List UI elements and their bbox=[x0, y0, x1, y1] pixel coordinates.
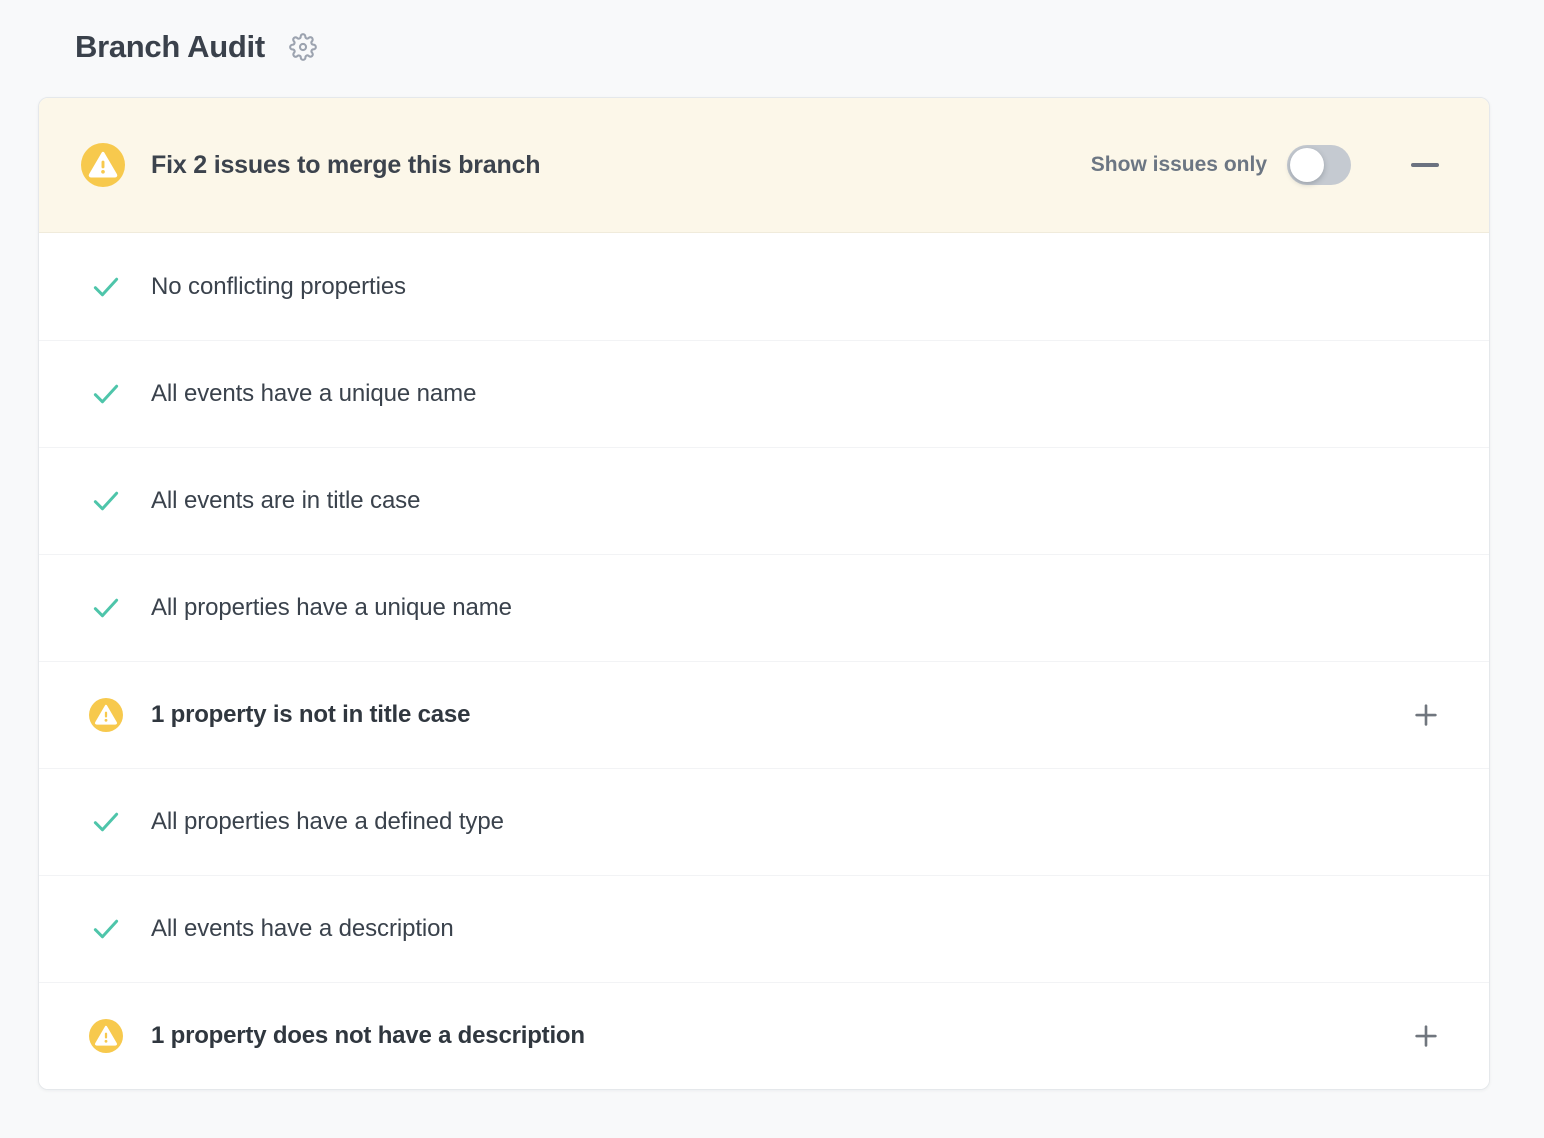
check-icon bbox=[89, 484, 123, 518]
branch-audit-card: Fix 2 issues to merge this branch Show i… bbox=[38, 97, 1490, 1090]
plus-icon bbox=[1411, 700, 1441, 730]
warning-triangle-icon bbox=[89, 1019, 123, 1053]
check-icon bbox=[89, 805, 123, 839]
audit-check-row: All events have a unique name bbox=[39, 340, 1489, 447]
show-issues-only-label: Show issues only bbox=[1091, 153, 1267, 177]
audit-summary-header: Fix 2 issues to merge this branch Show i… bbox=[39, 98, 1489, 233]
audit-check-label: 1 property does not have a description bbox=[151, 1022, 1409, 1050]
page-title: Branch Audit bbox=[75, 29, 265, 65]
plus-icon bbox=[1411, 1021, 1441, 1051]
minus-icon bbox=[1411, 163, 1439, 167]
audit-check-list: No conflicting properties All events hav… bbox=[39, 233, 1489, 1089]
warning-triangle-icon bbox=[89, 698, 123, 732]
audit-check-row: All properties have a defined type bbox=[39, 768, 1489, 875]
audit-check-label: All properties have a defined type bbox=[151, 808, 1441, 836]
expand-issue-button[interactable] bbox=[1409, 698, 1443, 732]
toggle-knob bbox=[1290, 148, 1324, 182]
warning-triangle-icon bbox=[81, 143, 125, 187]
expand-issue-button[interactable] bbox=[1409, 1019, 1443, 1053]
gear-icon bbox=[289, 33, 317, 61]
audit-settings-button[interactable] bbox=[287, 31, 319, 63]
check-icon bbox=[89, 912, 123, 946]
audit-check-label: No conflicting properties bbox=[151, 273, 1441, 301]
header-controls: Show issues only bbox=[1091, 145, 1441, 185]
show-issues-only-toggle[interactable] bbox=[1287, 145, 1351, 185]
check-icon bbox=[89, 591, 123, 625]
page-header: Branch Audit bbox=[0, 0, 1544, 66]
branch-audit-page: Branch Audit Fix 2 issues to merge this … bbox=[0, 0, 1544, 1138]
check-icon bbox=[89, 270, 123, 304]
audit-check-label: All events have a unique name bbox=[151, 380, 1441, 408]
audit-check-row: All properties have a unique name bbox=[39, 554, 1489, 661]
audit-check-label: All properties have a unique name bbox=[151, 594, 1441, 622]
audit-summary-title: Fix 2 issues to merge this branch bbox=[151, 151, 1091, 180]
audit-check-label: All events have a description bbox=[151, 915, 1441, 943]
audit-check-label: 1 property is not in title case bbox=[151, 701, 1409, 729]
collapse-audit-button[interactable] bbox=[1409, 149, 1441, 181]
check-icon bbox=[89, 377, 123, 411]
audit-check-row: All events are in title case bbox=[39, 447, 1489, 554]
audit-check-label: All events are in title case bbox=[151, 487, 1441, 515]
audit-check-row: No conflicting properties bbox=[39, 233, 1489, 340]
audit-check-row: All events have a description bbox=[39, 875, 1489, 982]
audit-check-row[interactable]: 1 property is not in title case bbox=[39, 661, 1489, 768]
audit-check-row[interactable]: 1 property does not have a description bbox=[39, 982, 1489, 1089]
